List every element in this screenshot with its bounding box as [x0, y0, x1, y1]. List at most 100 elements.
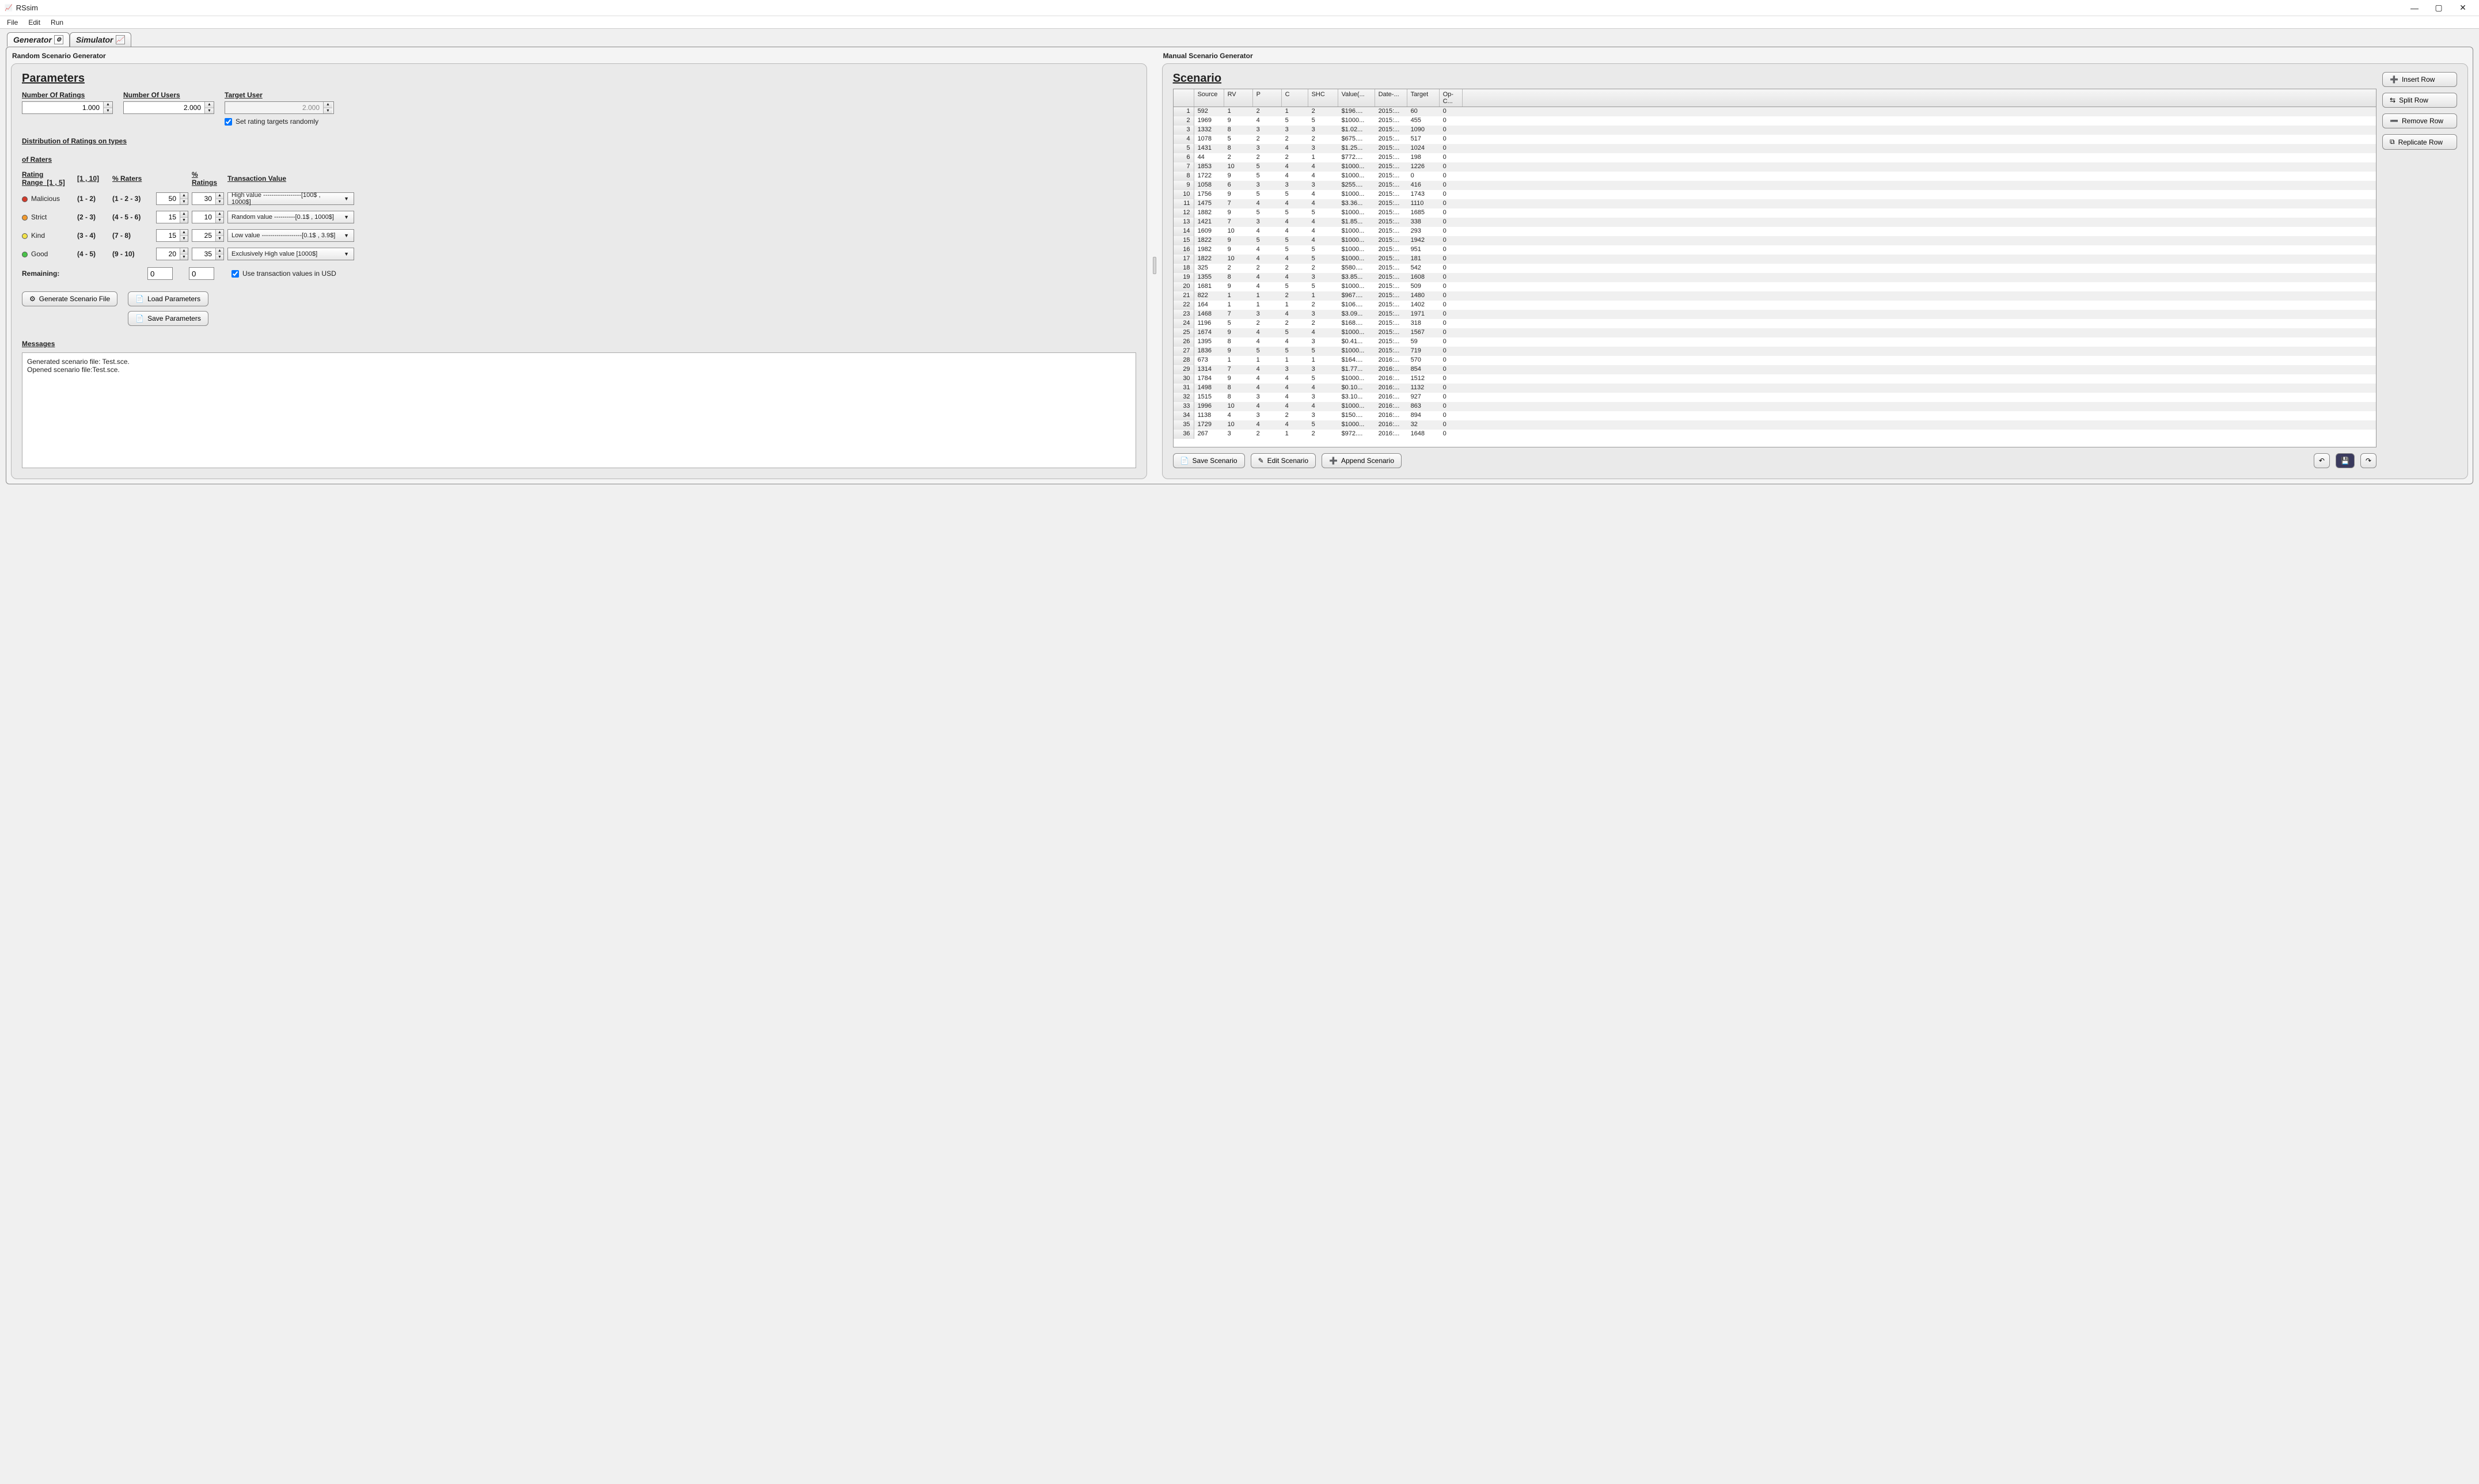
cell-target[interactable]: 1648: [1407, 430, 1440, 439]
cell-date[interactable]: 2015:...: [1375, 328, 1407, 337]
cell-value[interactable]: $1000...: [1338, 402, 1375, 411]
table-row[interactable]: 2913147433$1.77...2016:...8540: [1174, 365, 2376, 374]
table-row[interactable]: 313328333$1.02...2015:...10900: [1174, 126, 2376, 135]
cell-c[interactable]: 4: [1282, 337, 1308, 347]
cell-value[interactable]: $1000...: [1338, 227, 1375, 236]
cell-source[interactable]: 1058: [1194, 181, 1224, 190]
cell-source[interactable]: 1882: [1194, 208, 1224, 218]
cell-c[interactable]: 4: [1282, 199, 1308, 208]
cell-shc[interactable]: 5: [1308, 116, 1338, 126]
table-row[interactable]: 33199610444$1000...2016:...8630: [1174, 402, 2376, 411]
cell-opc[interactable]: 0: [1440, 218, 1463, 227]
cell-date[interactable]: 2015:...: [1375, 153, 1407, 162]
cell-target[interactable]: 416: [1407, 181, 1440, 190]
cell-opc[interactable]: 0: [1440, 264, 1463, 273]
cell-date[interactable]: 2016:...: [1375, 393, 1407, 402]
cell-value[interactable]: $255....: [1338, 181, 1375, 190]
cell-source[interactable]: 822: [1194, 291, 1224, 301]
cell-target[interactable]: 0: [1407, 172, 1440, 181]
th-c[interactable]: C: [1282, 89, 1308, 107]
cell-source[interactable]: 1784: [1194, 374, 1224, 384]
cell-shc[interactable]: 1: [1308, 356, 1338, 365]
txn-value-combo[interactable]: Exclusively High value [1000$]▼: [227, 248, 354, 260]
cell-opc[interactable]: 0: [1440, 402, 1463, 411]
cell-date[interactable]: 2015:...: [1375, 282, 1407, 291]
cell-opc[interactable]: 0: [1440, 282, 1463, 291]
cell-shc[interactable]: 3: [1308, 393, 1338, 402]
cell-c[interactable]: 4: [1282, 273, 1308, 282]
cell-target[interactable]: 1685: [1407, 208, 1440, 218]
cell-c[interactable]: 1: [1282, 356, 1308, 365]
cell-shc[interactable]: 4: [1308, 199, 1338, 208]
cell-opc[interactable]: 0: [1440, 227, 1463, 236]
cell-c[interactable]: 4: [1282, 162, 1308, 172]
cell-value[interactable]: $967....: [1338, 291, 1375, 301]
table-row[interactable]: 3215158343$3.10...2016:...9270: [1174, 393, 2376, 402]
cell-shc[interactable]: 5: [1308, 208, 1338, 218]
cell-target[interactable]: 1512: [1407, 374, 1440, 384]
cell-date[interactable]: 2015:...: [1375, 199, 1407, 208]
cell-target[interactable]: 1110: [1407, 199, 1440, 208]
cell-c[interactable]: 2: [1282, 153, 1308, 162]
pct-ratings-spinner-up[interactable]: ▲: [216, 193, 223, 199]
cell-source[interactable]: 1982: [1194, 245, 1224, 255]
cell-p[interactable]: 3: [1253, 393, 1282, 402]
cell-shc[interactable]: 1: [1308, 291, 1338, 301]
cell-c[interactable]: 4: [1282, 218, 1308, 227]
cell-source[interactable]: 1468: [1194, 310, 1224, 319]
pct-ratings-spinner-up[interactable]: ▲: [216, 248, 223, 255]
table-row[interactable]: 514318343$1.25...2015:...10240: [1174, 144, 2376, 153]
cell-target[interactable]: 1132: [1407, 384, 1440, 393]
splitter-handle[interactable]: [1153, 52, 1156, 479]
cell-shc[interactable]: 3: [1308, 365, 1338, 374]
cell-target[interactable]: 1971: [1407, 310, 1440, 319]
cell-source[interactable]: 1822: [1194, 255, 1224, 264]
cell-c[interactable]: 3: [1282, 126, 1308, 135]
cell-p[interactable]: 4: [1253, 337, 1282, 347]
cell-shc[interactable]: 5: [1308, 420, 1338, 430]
cell-rv[interactable]: 2: [1224, 153, 1253, 162]
pct-raters-spinner-input[interactable]: [157, 248, 180, 260]
cell-shc[interactable]: 2: [1308, 319, 1338, 328]
cell-value[interactable]: $196....: [1338, 107, 1375, 116]
cell-shc[interactable]: 2: [1308, 264, 1338, 273]
cell-opc[interactable]: 0: [1440, 347, 1463, 356]
cell-target[interactable]: 570: [1407, 356, 1440, 365]
cell-c[interactable]: 2: [1282, 291, 1308, 301]
table-row[interactable]: 221641112$106....2015:...14020: [1174, 301, 2376, 310]
cell-rv[interactable]: 10: [1224, 162, 1253, 172]
cell-shc[interactable]: 4: [1308, 328, 1338, 337]
cell-shc[interactable]: 5: [1308, 282, 1338, 291]
cell-p[interactable]: 4: [1253, 374, 1282, 384]
cell-rv[interactable]: 1: [1224, 301, 1253, 310]
cell-shc[interactable]: 3: [1308, 273, 1338, 282]
cell-target[interactable]: 59: [1407, 337, 1440, 347]
table-row[interactable]: 286731111$164....2016:...5700: [1174, 356, 2376, 365]
pct-ratings-spinner-input[interactable]: [192, 193, 215, 204]
set-targets-random-row[interactable]: Set rating targets randomly: [225, 117, 334, 126]
cell-source[interactable]: 164: [1194, 301, 1224, 310]
cell-value[interactable]: $164....: [1338, 356, 1375, 365]
cell-p[interactable]: 2: [1253, 107, 1282, 116]
cell-p[interactable]: 3: [1253, 181, 1282, 190]
cell-date[interactable]: 2016:...: [1375, 420, 1407, 430]
cell-opc[interactable]: 0: [1440, 135, 1463, 144]
th-value[interactable]: Value(...: [1338, 89, 1375, 107]
pct-raters-spinner-up[interactable]: ▲: [180, 193, 188, 199]
pct-raters-spinner-down[interactable]: ▼: [180, 236, 188, 242]
cell-rv[interactable]: 5: [1224, 319, 1253, 328]
cell-target[interactable]: 894: [1407, 411, 1440, 420]
cell-p[interactable]: 4: [1253, 116, 1282, 126]
cell-source[interactable]: 1674: [1194, 328, 1224, 337]
cell-c[interactable]: 2: [1282, 411, 1308, 420]
cell-opc[interactable]: 0: [1440, 190, 1463, 199]
cell-value[interactable]: $1.25...: [1338, 144, 1375, 153]
cell-p[interactable]: 4: [1253, 365, 1282, 374]
cell-p[interactable]: 4: [1253, 199, 1282, 208]
table-row[interactable]: 1218829555$1000...2015:...16850: [1174, 208, 2376, 218]
pct-raters-spinner[interactable]: ▲▼: [156, 192, 188, 205]
cell-source[interactable]: 325: [1194, 264, 1224, 273]
cell-rv[interactable]: 7: [1224, 199, 1253, 208]
th-date[interactable]: Date-...: [1375, 89, 1407, 107]
cell-rv[interactable]: 9: [1224, 374, 1253, 384]
